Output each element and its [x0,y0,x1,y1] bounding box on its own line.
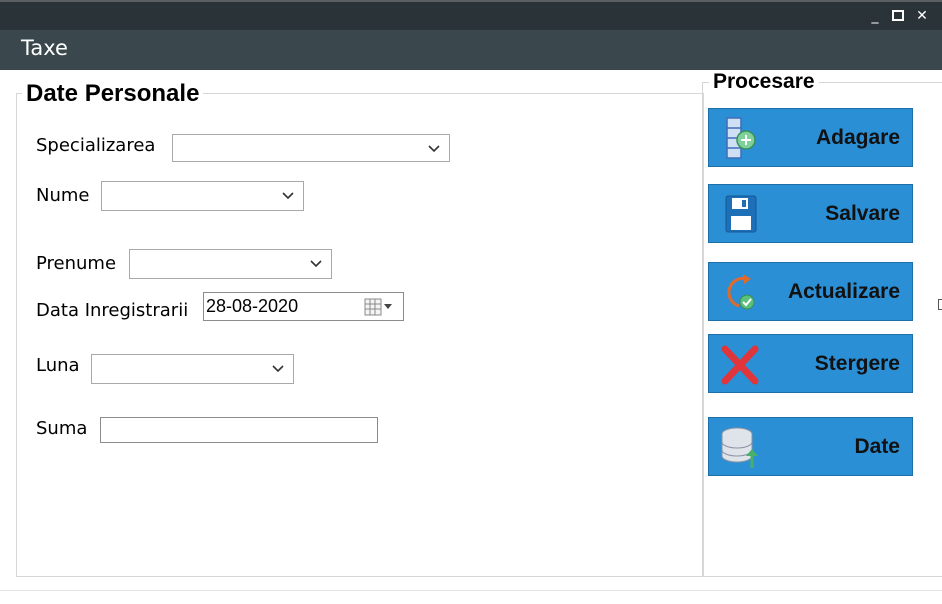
luna-label: Luna [36,355,80,376]
prenume-label: Prenume [36,253,117,274]
prenume-combobox[interactable] [129,249,332,279]
close-icon: ✕ [916,8,928,24]
scroll-stub [938,299,942,310]
bottom-divider [0,590,942,604]
refresh-check-icon [727,274,755,310]
maximize-icon [892,10,904,21]
salvare-button[interactable]: Salvare [708,184,913,243]
add-server-icon [726,117,756,159]
specializarea-combobox[interactable] [172,134,450,162]
window-titlebar: _ ✕ [0,0,942,30]
actualizare-label: Actualizare [787,280,900,303]
window-title: Taxe [21,36,68,60]
close-button[interactable]: ✕ [913,7,931,25]
stergere-label: Stergere [814,352,900,375]
luna-combobox[interactable] [91,354,294,384]
process-legend: Procesare [709,70,819,94]
adagare-button[interactable]: Adagare [708,108,913,167]
red-x-icon [721,345,759,385]
minimize-button[interactable]: _ [866,7,884,25]
nume-combobox[interactable] [101,181,304,211]
data-inregistrarii-label: Data Inregistrarii [36,300,189,321]
floppy-disk-icon [725,195,757,233]
suma-label: Suma [36,418,88,439]
chevron-down-icon [282,192,294,200]
calendar-icon[interactable] [364,298,394,316]
personal-data-group [16,93,704,577]
nume-label: Nume [36,185,90,206]
date-button[interactable]: Date [708,417,913,476]
chevron-down-icon [310,260,322,268]
maximize-button[interactable] [889,7,907,25]
chevron-down-icon [428,145,440,153]
date-label: Date [854,435,900,458]
database-upload-icon [721,427,758,468]
adagare-label: Adagare [815,126,900,149]
chevron-down-icon [272,365,284,373]
stergere-button[interactable]: Stergere [708,334,913,393]
data-inregistrarii-datepicker[interactable]: 28-08-2020 [203,292,404,321]
suma-input[interactable] [100,417,378,443]
actualizare-button[interactable]: Actualizare [708,262,913,321]
minimize-icon: _ [871,8,879,24]
date-value: 28-08-2020 [206,296,299,316]
personal-data-legend: Date Personale [22,80,204,108]
specializarea-label: Specializarea [36,135,156,156]
app-header: Taxe [0,30,942,70]
salvare-label: Salvare [825,202,900,225]
